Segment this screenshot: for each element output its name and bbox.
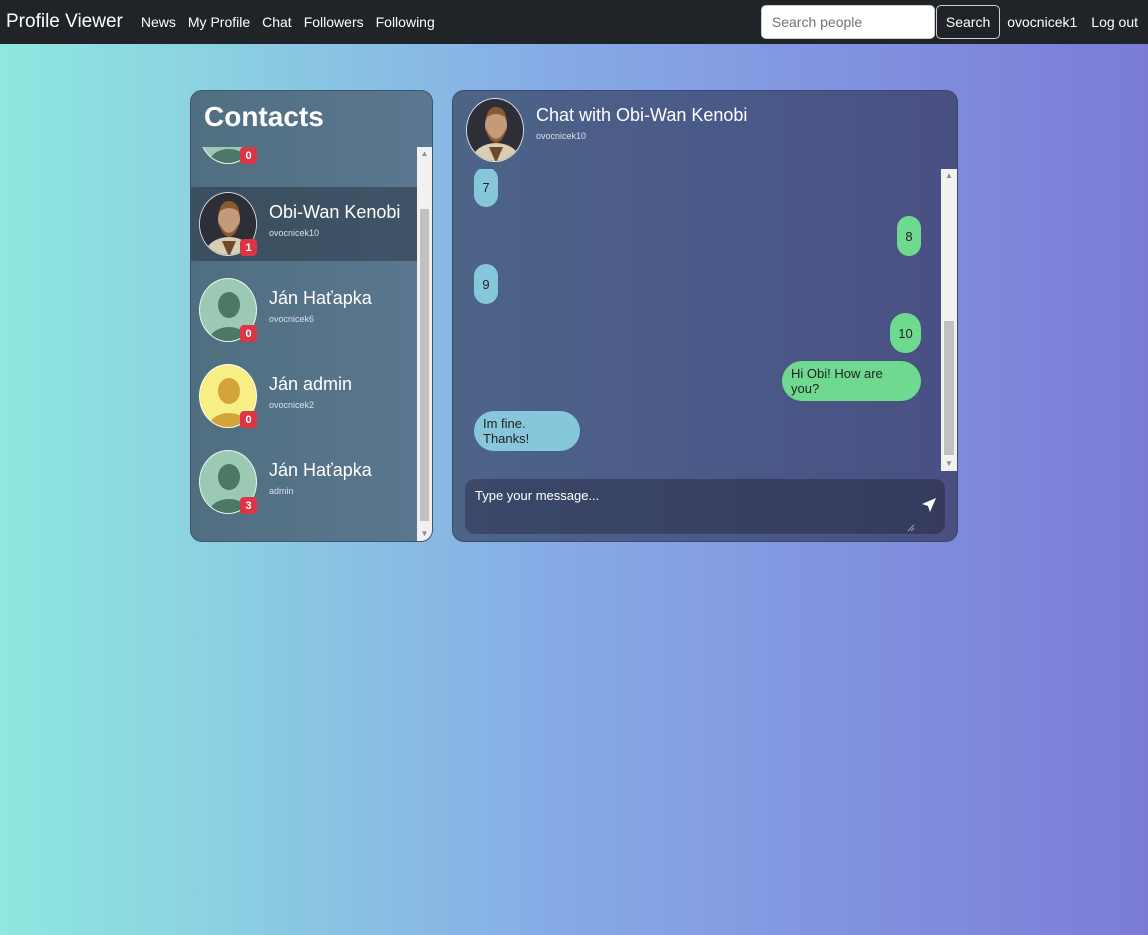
message-composer[interactable]: Type your message... [465,479,945,534]
contact-item-obi-wan-kenobi[interactable]: 1 Obi-Wan Kenobi ovocnicek10 [191,187,417,261]
logout-link[interactable]: Log out [1091,14,1138,30]
message-bubble-outgoing: Hi Obi! How are you? [782,361,921,401]
top-navbar: Profile Viewer News My Profile Chat Foll… [0,0,1148,44]
nav-right: Search ovocnicek1 Log out [760,0,1138,44]
unread-badge: 0 [240,147,257,164]
scroll-down-arrow-icon[interactable]: ▼ [941,457,957,471]
unread-badge: 0 [240,411,257,428]
nav-link-following[interactable]: Following [376,14,435,30]
contact-name: Obi-Wan Kenobi [269,202,401,222]
scroll-up-arrow-icon[interactable]: ▲ [941,169,957,183]
contact-username: ovocnicek2 [269,400,315,410]
message-bubble-incoming: 9 [474,264,498,304]
contact-username: ovocnicek10 [269,228,320,238]
search-button[interactable]: Search [935,5,1001,39]
chat-panel: Chat with Obi-Wan Kenobi ovocnicek10 7 8… [452,90,958,542]
avatar: 0 [199,278,257,342]
unread-badge: 0 [240,325,257,342]
message-bubble-incoming: 7 [474,169,498,207]
contact-item-partial[interactable]: 0 [191,147,417,169]
scroll-thumb[interactable] [944,321,954,455]
nav-link-chat[interactable]: Chat [262,14,292,30]
contacts-scrollbar[interactable]: ▲ ▼ [417,147,432,541]
contact-item-jan-hatapka-admin[interactable]: 3 Ján Haťapka admin [191,445,417,519]
nav-link-my-profile[interactable]: My Profile [188,14,250,30]
profile-photo-icon [467,99,523,161]
contacts-panel: Contacts 0 1 Obi-Wan Kenobi ovocnicek10 … [190,90,433,542]
brand-link[interactable]: Profile Viewer [6,11,123,33]
contact-item-jan-hatapka[interactable]: 0 Ján Haťapka ovocnicek6 [191,273,417,347]
resize-handle-icon[interactable] [907,524,915,532]
scroll-up-arrow-icon[interactable]: ▲ [417,147,432,161]
unread-badge: 3 [240,497,257,514]
avatar: 1 [199,192,257,256]
contact-name: Ján Haťapka [269,460,372,480]
contacts-title: Contacts [204,101,324,132]
scroll-thumb[interactable] [420,209,429,521]
contact-username: ovocnicek6 [269,314,315,324]
search-people-input[interactable] [760,5,935,39]
contact-item-jan-admin[interactable]: 0 Ján admin ovocnicek2 [191,359,417,433]
send-icon[interactable] [921,497,937,513]
avatar: 0 [199,147,257,164]
contact-name: Ján admin [269,374,353,394]
chat-title: Chat with Obi-Wan Kenobi [536,105,748,125]
contact-name: Ján Haťapka [269,288,372,308]
message-input[interactable]: Type your message... [475,488,599,503]
nav-link-followers[interactable]: Followers [304,14,364,30]
nav-link-news[interactable]: News [141,14,176,30]
chat-partner-username: ovocnicek10 [536,131,587,141]
message-list: 7 8 9 10 Hi Obi! How are you? Im fine. T… [453,169,941,471]
scroll-down-arrow-icon[interactable]: ▼ [417,527,432,541]
messages-scrollbar[interactable]: ▲ ▼ [941,169,957,471]
avatar: 3 [199,450,257,514]
chat-partner-avatar [466,98,524,162]
message-bubble-incoming: Im fine. Thanks! [474,411,580,451]
avatar: 0 [199,364,257,428]
contacts-list: 0 1 Obi-Wan Kenobi ovocnicek10 0 Ján Hať… [191,147,417,541]
nav-links: News My Profile Chat Followers Following [141,14,447,30]
message-bubble-outgoing: 10 [890,313,921,353]
unread-badge: 1 [240,239,257,256]
current-username-link[interactable]: ovocnicek1 [1007,14,1077,30]
contact-username: admin [269,486,294,496]
message-bubble-outgoing: 8 [897,216,921,256]
